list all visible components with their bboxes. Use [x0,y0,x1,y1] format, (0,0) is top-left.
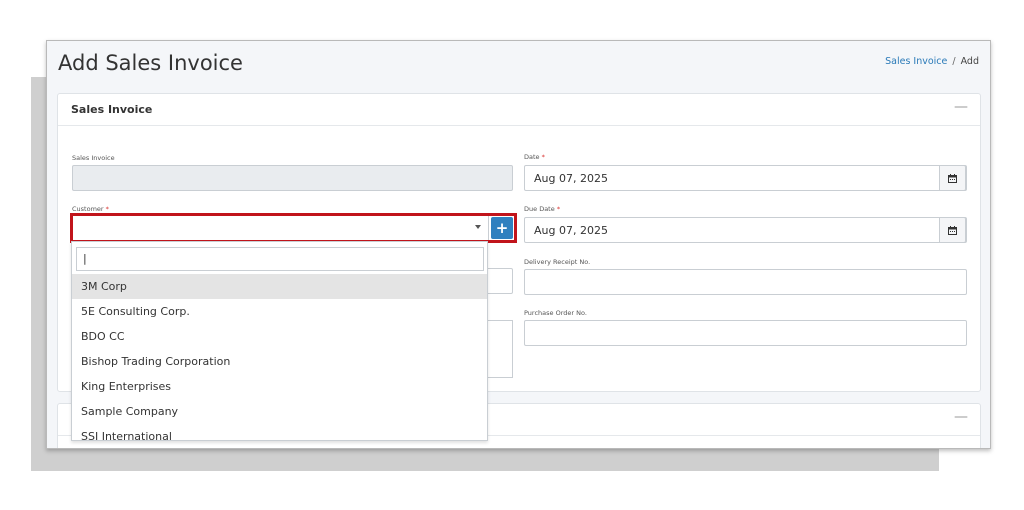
dropdown-option[interactable]: Sample Company [72,399,487,424]
dropdown-option[interactable]: King Enterprises [72,374,487,399]
required-mark: * [105,205,109,213]
customer-dropdown: | 3M Corp 5E Consulting Corp. BDO CC Bis… [71,241,488,441]
delivery-receipt-input[interactable] [524,269,967,295]
breadcrumb-link-sales-invoice[interactable]: Sales Invoice [885,56,947,67]
due-date-label: Due Date * [524,205,561,213]
due-date-input[interactable]: Aug 07, 2025 [524,217,967,243]
dropdown-option[interactable]: SSI International [72,424,487,440]
breadcrumb: Sales Invoice / Add [885,56,979,67]
customer-highlight-box [70,213,517,243]
dropdown-option[interactable]: BDO CC [72,324,487,349]
dropdown-option[interactable]: 3M Corp [72,274,487,299]
dropdown-search-input[interactable]: | [76,247,484,271]
calendar-icon[interactable] [939,165,966,191]
date-input[interactable]: Aug 07, 2025 [524,165,967,191]
breadcrumb-separator: / [952,56,956,67]
collapse-button[interactable]: — [954,99,968,115]
dropdown-option[interactable]: 5E Consulting Corp. [72,299,487,324]
collapse-button[interactable]: — [954,409,968,425]
due-date-value: Aug 07, 2025 [534,224,608,237]
breadcrumb-current: Add [960,56,979,67]
sales-invoice-label: Sales Invoice [72,154,115,162]
customer-label: Customer * [72,205,109,213]
purchase-order-label: Purchase Order No. [524,309,587,317]
page-title: Add Sales Invoice [58,51,243,75]
required-mark: * [556,205,561,213]
sales-invoice-input[interactable] [72,165,513,191]
date-value: Aug 07, 2025 [534,172,608,185]
dropdown-options: 3M Corp 5E Consulting Corp. BDO CC Bisho… [72,274,487,440]
calendar-icon[interactable] [939,217,966,243]
delivery-receipt-label: Delivery Receipt No. [524,258,591,266]
required-mark: * [541,153,545,161]
purchase-order-input[interactable] [524,320,967,346]
card-title: Sales Invoice [71,103,153,116]
card-header: Sales Invoice — [58,94,980,126]
date-label: Date * [524,153,545,161]
dropdown-option[interactable]: Bishop Trading Corporation [72,349,487,374]
app-window: Add Sales Invoice Sales Invoice / Add Sale… [46,40,991,449]
